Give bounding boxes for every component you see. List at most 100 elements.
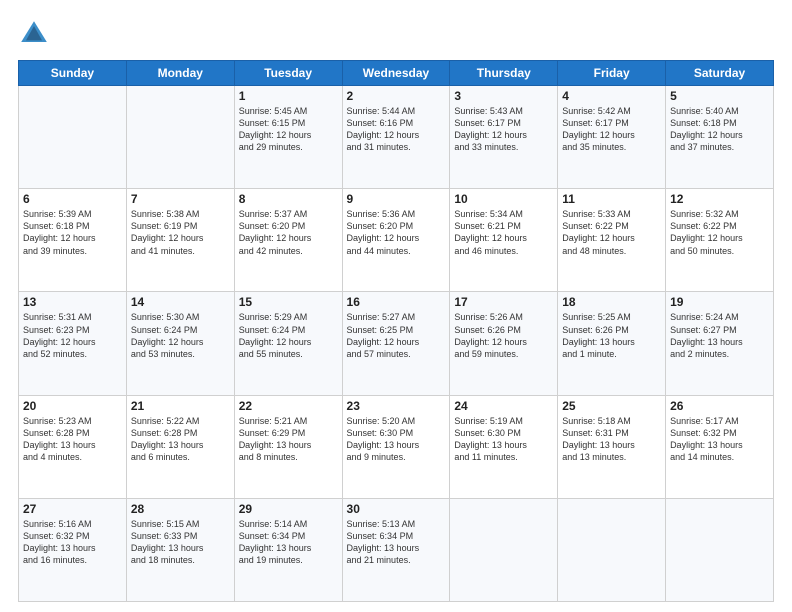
day-number: 7 xyxy=(131,192,230,206)
calendar-cell: 5 Sunrise: 5:40 AM Sunset: 6:18 PM Daylig… xyxy=(666,86,774,189)
day-info: Sunrise: 5:36 AM Sunset: 6:20 PM Dayligh… xyxy=(347,208,446,257)
calendar-cell: 7 Sunrise: 5:38 AM Sunset: 6:19 PM Daylig… xyxy=(126,189,234,292)
logo xyxy=(18,18,54,50)
day-number: 18 xyxy=(562,295,661,309)
calendar-cell: 9 Sunrise: 5:36 AM Sunset: 6:20 PM Daylig… xyxy=(342,189,450,292)
calendar-cell: 26Sunrise: 5:17 AM Sunset: 6:32 PM Dayli… xyxy=(666,395,774,498)
calendar-cell: 30Sunrise: 5:13 AM Sunset: 6:34 PM Dayli… xyxy=(342,498,450,601)
day-number: 8 xyxy=(239,192,338,206)
day-info: Sunrise: 5:29 AM Sunset: 6:24 PM Dayligh… xyxy=(239,311,338,360)
day-info: Sunrise: 5:16 AM Sunset: 6:32 PM Dayligh… xyxy=(23,518,122,567)
day-number: 30 xyxy=(347,502,446,516)
day-number: 13 xyxy=(23,295,122,309)
page: SundayMondayTuesdayWednesdayThursdayFrid… xyxy=(0,0,792,612)
day-header-wednesday: Wednesday xyxy=(342,61,450,86)
calendar-cell: 8 Sunrise: 5:37 AM Sunset: 6:20 PM Daylig… xyxy=(234,189,342,292)
day-info: Sunrise: 5:23 AM Sunset: 6:28 PM Dayligh… xyxy=(23,415,122,464)
day-header-friday: Friday xyxy=(558,61,666,86)
header xyxy=(18,18,774,50)
day-info: Sunrise: 5:30 AM Sunset: 6:24 PM Dayligh… xyxy=(131,311,230,360)
day-number: 22 xyxy=(239,399,338,413)
day-info: Sunrise: 5:44 AM Sunset: 6:16 PM Dayligh… xyxy=(347,105,446,154)
day-number: 19 xyxy=(670,295,769,309)
day-header-saturday: Saturday xyxy=(666,61,774,86)
day-info: Sunrise: 5:38 AM Sunset: 6:19 PM Dayligh… xyxy=(131,208,230,257)
day-number: 4 xyxy=(562,89,661,103)
calendar-cell: 18 Sunrise: 5:25 AM Sunset: 6:26 PM Dayli… xyxy=(558,292,666,395)
day-info: Sunrise: 5:42 AM Sunset: 6:17 PM Dayligh… xyxy=(562,105,661,154)
calendar-cell xyxy=(126,86,234,189)
day-number: 10 xyxy=(454,192,553,206)
logo-icon xyxy=(18,18,50,50)
day-number: 27 xyxy=(23,502,122,516)
calendar-cell: 12Sunrise: 5:32 AM Sunset: 6:22 PM Dayli… xyxy=(666,189,774,292)
calendar-cell xyxy=(558,498,666,601)
calendar-cell: 16 Sunrise: 5:27 AM Sunset: 6:25 PM Dayli… xyxy=(342,292,450,395)
day-info: Sunrise: 5:26 AM Sunset: 6:26 PM Dayligh… xyxy=(454,311,553,360)
day-number: 11 xyxy=(562,192,661,206)
day-info: Sunrise: 5:39 AM Sunset: 6:18 PM Dayligh… xyxy=(23,208,122,257)
calendar-cell: 11Sunrise: 5:33 AM Sunset: 6:22 PM Dayli… xyxy=(558,189,666,292)
calendar-cell: 14 Sunrise: 5:30 AM Sunset: 6:24 PM Dayli… xyxy=(126,292,234,395)
calendar-cell xyxy=(666,498,774,601)
week-row-5: 27 Sunrise: 5:16 AM Sunset: 6:32 PM Dayli… xyxy=(19,498,774,601)
calendar-body: 1 Sunrise: 5:45 AM Sunset: 6:15 PM Daylig… xyxy=(19,86,774,602)
day-number: 16 xyxy=(347,295,446,309)
day-info: Sunrise: 5:45 AM Sunset: 6:15 PM Dayligh… xyxy=(239,105,338,154)
calendar-cell: 29 Sunrise: 5:14 AM Sunset: 6:34 PM Dayli… xyxy=(234,498,342,601)
calendar-cell: 20 Sunrise: 5:23 AM Sunset: 6:28 PM Dayli… xyxy=(19,395,127,498)
day-number: 23 xyxy=(347,399,446,413)
header-row: SundayMondayTuesdayWednesdayThursdayFrid… xyxy=(19,61,774,86)
day-info: Sunrise: 5:37 AM Sunset: 6:20 PM Dayligh… xyxy=(239,208,338,257)
day-info: Sunrise: 5:31 AM Sunset: 6:23 PM Dayligh… xyxy=(23,311,122,360)
day-info: Sunrise: 5:22 AM Sunset: 6:28 PM Dayligh… xyxy=(131,415,230,464)
day-number: 9 xyxy=(347,192,446,206)
calendar-cell: 23 Sunrise: 5:20 AM Sunset: 6:30 PM Dayli… xyxy=(342,395,450,498)
day-number: 29 xyxy=(239,502,338,516)
day-number: 15 xyxy=(239,295,338,309)
calendar-cell: 24 Sunrise: 5:19 AM Sunset: 6:30 PM Dayli… xyxy=(450,395,558,498)
calendar-cell: 4 Sunrise: 5:42 AM Sunset: 6:17 PM Daylig… xyxy=(558,86,666,189)
day-number: 17 xyxy=(454,295,553,309)
day-info: Sunrise: 5:40 AM Sunset: 6:18 PM Dayligh… xyxy=(670,105,769,154)
week-row-2: 6Sunrise: 5:39 AM Sunset: 6:18 PM Daylig… xyxy=(19,189,774,292)
day-number: 2 xyxy=(347,89,446,103)
calendar-cell: 25Sunrise: 5:18 AM Sunset: 6:31 PM Dayli… xyxy=(558,395,666,498)
day-info: Sunrise: 5:20 AM Sunset: 6:30 PM Dayligh… xyxy=(347,415,446,464)
day-number: 21 xyxy=(131,399,230,413)
day-header-tuesday: Tuesday xyxy=(234,61,342,86)
calendar-cell: 22 Sunrise: 5:21 AM Sunset: 6:29 PM Dayli… xyxy=(234,395,342,498)
day-info: Sunrise: 5:25 AM Sunset: 6:26 PM Dayligh… xyxy=(562,311,661,360)
day-info: Sunrise: 5:19 AM Sunset: 6:30 PM Dayligh… xyxy=(454,415,553,464)
calendar-cell: 27 Sunrise: 5:16 AM Sunset: 6:32 PM Dayli… xyxy=(19,498,127,601)
day-info: Sunrise: 5:21 AM Sunset: 6:29 PM Dayligh… xyxy=(239,415,338,464)
day-info: Sunrise: 5:43 AM Sunset: 6:17 PM Dayligh… xyxy=(454,105,553,154)
day-info: Sunrise: 5:32 AM Sunset: 6:22 PM Dayligh… xyxy=(670,208,769,257)
week-row-3: 13 Sunrise: 5:31 AM Sunset: 6:23 PM Dayli… xyxy=(19,292,774,395)
day-header-sunday: Sunday xyxy=(19,61,127,86)
day-number: 14 xyxy=(131,295,230,309)
calendar-cell xyxy=(19,86,127,189)
calendar-cell: 1 Sunrise: 5:45 AM Sunset: 6:15 PM Daylig… xyxy=(234,86,342,189)
day-number: 1 xyxy=(239,89,338,103)
day-number: 3 xyxy=(454,89,553,103)
calendar-header: SundayMondayTuesdayWednesdayThursdayFrid… xyxy=(19,61,774,86)
day-info: Sunrise: 5:34 AM Sunset: 6:21 PM Dayligh… xyxy=(454,208,553,257)
day-info: Sunrise: 5:15 AM Sunset: 6:33 PM Dayligh… xyxy=(131,518,230,567)
day-info: Sunrise: 5:14 AM Sunset: 6:34 PM Dayligh… xyxy=(239,518,338,567)
day-info: Sunrise: 5:27 AM Sunset: 6:25 PM Dayligh… xyxy=(347,311,446,360)
calendar-cell: 3 Sunrise: 5:43 AM Sunset: 6:17 PM Daylig… xyxy=(450,86,558,189)
day-info: Sunrise: 5:24 AM Sunset: 6:27 PM Dayligh… xyxy=(670,311,769,360)
calendar-table: SundayMondayTuesdayWednesdayThursdayFrid… xyxy=(18,60,774,602)
week-row-4: 20 Sunrise: 5:23 AM Sunset: 6:28 PM Dayli… xyxy=(19,395,774,498)
day-number: 24 xyxy=(454,399,553,413)
calendar-cell xyxy=(450,498,558,601)
day-number: 5 xyxy=(670,89,769,103)
calendar-cell: 19 Sunrise: 5:24 AM Sunset: 6:27 PM Dayli… xyxy=(666,292,774,395)
calendar-cell: 10 Sunrise: 5:34 AM Sunset: 6:21 PM Dayli… xyxy=(450,189,558,292)
day-header-thursday: Thursday xyxy=(450,61,558,86)
calendar-cell: 2 Sunrise: 5:44 AM Sunset: 6:16 PM Daylig… xyxy=(342,86,450,189)
day-number: 25 xyxy=(562,399,661,413)
calendar-cell: 15 Sunrise: 5:29 AM Sunset: 6:24 PM Dayli… xyxy=(234,292,342,395)
day-number: 20 xyxy=(23,399,122,413)
